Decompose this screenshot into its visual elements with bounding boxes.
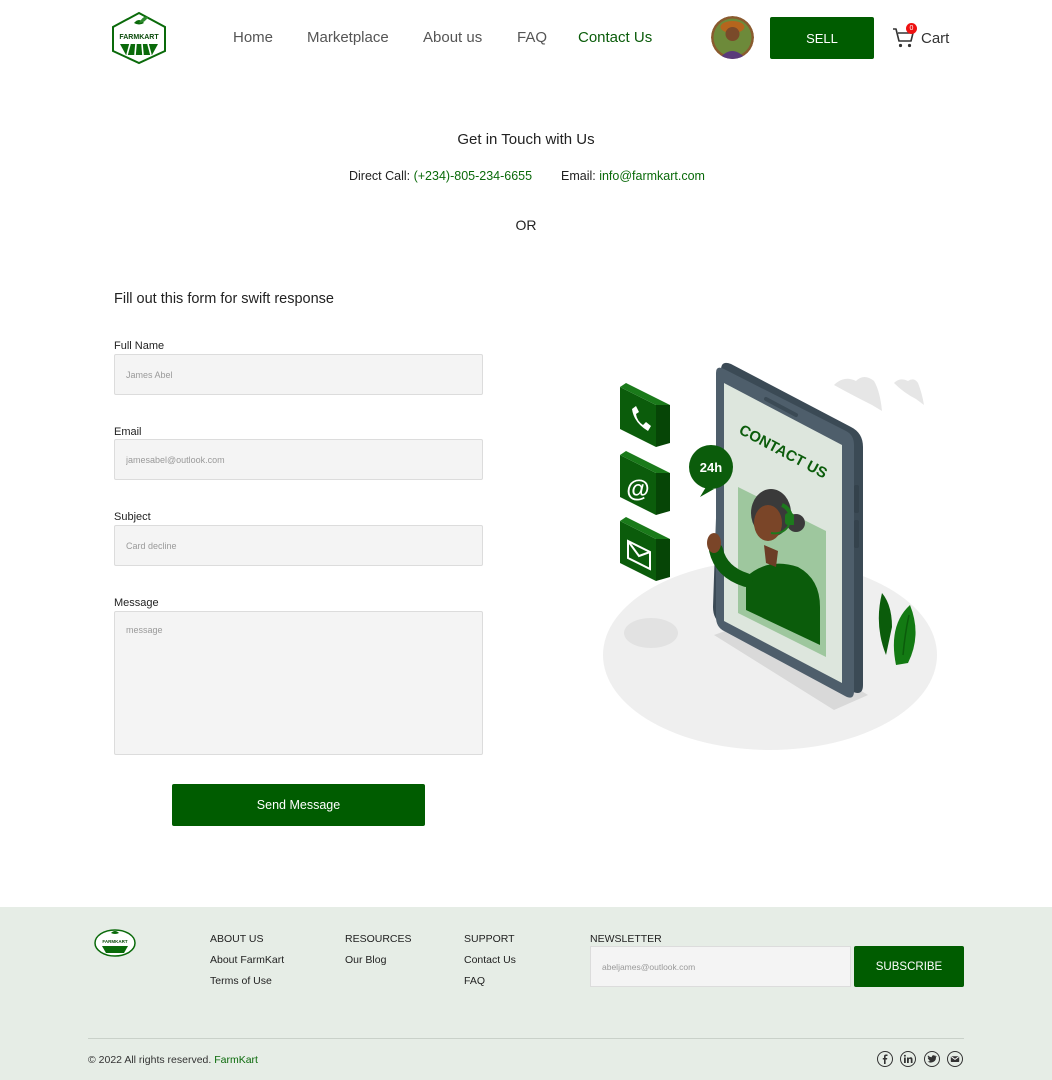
linkedin-icon[interactable]: [900, 1051, 916, 1067]
envelope-tile-icon: [620, 517, 670, 581]
direct-call-label: Direct Call:: [349, 169, 414, 183]
svg-text:@: @: [626, 476, 649, 503]
footer-link-our-blog[interactable]: Our Blog: [345, 954, 386, 966]
at-sign-tile-icon: @: [620, 451, 670, 515]
nav-home[interactable]: Home: [233, 29, 273, 46]
farmkart-logo[interactable]: FARMKART: [110, 11, 168, 65]
user-avatar[interactable]: [711, 16, 754, 59]
footer-newsletter-title: NEWSLETTER: [590, 933, 662, 945]
twitter-icon[interactable]: [924, 1051, 940, 1067]
footer-link-about-farmkart[interactable]: About FarmKart: [210, 954, 284, 966]
mail-icon[interactable]: [947, 1051, 963, 1067]
subscribe-button[interactable]: SUBSCRIBE: [854, 946, 964, 987]
subject-label: Subject: [114, 511, 151, 523]
direct-call-number[interactable]: (+234)-805-234-6655: [414, 169, 533, 183]
email-input[interactable]: [114, 439, 483, 480]
nav-marketplace[interactable]: Marketplace: [307, 29, 389, 46]
direct-call: Direct Call: (+234)-805-234-6655: [349, 169, 532, 183]
email-label: Email: [114, 426, 142, 438]
contact-title: Get in Touch with Us: [457, 131, 595, 148]
or-separator: OR: [515, 217, 537, 233]
facebook-icon[interactable]: [877, 1051, 893, 1067]
email-label: Email:: [561, 169, 600, 183]
message-textarea[interactable]: [114, 611, 483, 755]
email-address-link[interactable]: info@farmkart.com: [599, 169, 705, 183]
subject-input[interactable]: [114, 525, 483, 566]
footer-link-terms-of-use[interactable]: Terms of Use: [210, 975, 272, 987]
logo-text: FARMKART: [119, 34, 159, 41]
copyright-text: © 2022 All rights reserved.: [88, 1054, 215, 1066]
phone-tile-icon: [620, 383, 670, 447]
footer-resources-title: RESOURCES: [345, 933, 412, 945]
form-title: Fill out this form for swift response: [114, 291, 334, 307]
site-header: FARMKART Home Marketplace About us FAQ C…: [0, 0, 1052, 78]
full-name-label: Full Name: [114, 340, 165, 352]
footer-link-contact-us[interactable]: Contact Us: [464, 954, 516, 966]
nav-contact-us[interactable]: Contact Us: [578, 29, 652, 46]
footer-about-title: ABOUT US: [210, 933, 264, 945]
nav-faq[interactable]: FAQ: [517, 29, 547, 46]
footer-link-faq[interactable]: FAQ: [464, 975, 485, 987]
cart-label: Cart: [921, 29, 950, 47]
copyright-brand[interactable]: FarmKart: [214, 1054, 258, 1066]
contact-email: Email: info@farmkart.com: [561, 169, 705, 183]
contact-illustration: CONTACT US 24h @: [596, 355, 946, 755]
message-label: Message: [114, 597, 159, 609]
footer-logo[interactable]: FARMKART: [93, 927, 137, 959]
copyright: © 2022 All rights reserved. FarmKart: [88, 1054, 258, 1066]
send-message-button[interactable]: Send Message: [172, 784, 425, 826]
footer-divider: [88, 1038, 964, 1039]
newsletter-email-input[interactable]: [590, 946, 851, 987]
cart-link[interactable]: 0 Cart: [892, 23, 950, 51]
sell-button[interactable]: SELL: [770, 17, 874, 59]
site-footer: FARMKART ABOUT US About FarmKart Terms o…: [0, 907, 1052, 1080]
24h-badge-text: 24h: [700, 460, 722, 475]
cart-count-badge: 0: [906, 23, 917, 34]
footer-support-title: SUPPORT: [464, 933, 515, 945]
full-name-input[interactable]: [114, 354, 483, 395]
footer-logo-text: FARMKART: [102, 939, 127, 944]
nav-about-us[interactable]: About us: [423, 29, 482, 46]
cart-icon: 0: [892, 23, 917, 50]
